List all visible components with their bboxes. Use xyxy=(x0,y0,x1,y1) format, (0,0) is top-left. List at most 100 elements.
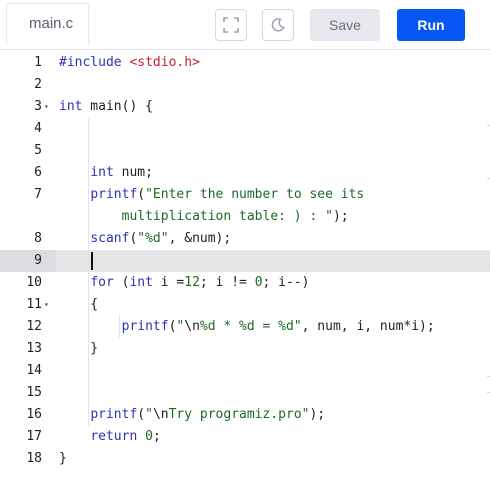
code-token: printf xyxy=(90,407,138,422)
code-editor[interactable]: 1 #include <stdio.h> 2 3 ▾ int main() {4 5 6 in… xyxy=(0,49,490,487)
fullscreen-button[interactable] xyxy=(215,9,247,41)
indent-guide xyxy=(119,316,121,338)
line-number: 5 xyxy=(34,143,42,158)
code-token: i = xyxy=(152,275,185,290)
code-token: ; xyxy=(152,429,161,444)
code-token: } xyxy=(59,341,99,356)
code-token: Try programiz.pro" xyxy=(168,407,310,422)
code-line[interactable]: 16 printf("\nTry programiz.pro"); xyxy=(0,404,490,426)
code-text: scanf("%d", &num); xyxy=(59,228,231,250)
code-text: return 0; xyxy=(59,426,161,448)
code-line[interactable]: 5 xyxy=(0,140,490,162)
code-line[interactable]: 18} xyxy=(0,448,490,470)
file-tab[interactable]: main.c xyxy=(6,3,89,45)
code-line[interactable]: 11 ▾ { xyxy=(0,294,490,316)
code-token: <stdio.h> xyxy=(129,55,200,70)
code-token: " xyxy=(145,407,153,422)
code-line[interactable]: 13 } xyxy=(0,338,490,360)
code-line[interactable]: 7 printf("Enter the number to see its xyxy=(0,184,490,206)
code-token: ; i != xyxy=(199,275,255,290)
code-text: printf("\n%d * %d = %d", num, i, num*i); xyxy=(59,316,435,338)
code-text: { xyxy=(59,294,98,316)
code-token: #include xyxy=(59,55,122,70)
code-token: } xyxy=(59,451,67,466)
code-text: } xyxy=(59,448,67,470)
line-number: 2 xyxy=(34,77,42,92)
save-button[interactable]: Save xyxy=(310,9,380,41)
code-token: int xyxy=(90,165,114,180)
run-button[interactable]: Run xyxy=(397,9,465,41)
code-text: printf("\nTry programiz.pro"); xyxy=(59,404,325,426)
file-tab-label: main.c xyxy=(29,15,74,32)
line-number: 3 xyxy=(34,99,42,114)
code-token: return xyxy=(90,429,138,444)
code-text: int main() { xyxy=(59,96,153,118)
line-number: 10 xyxy=(26,275,42,290)
theme-toggle-button[interactable] xyxy=(262,9,294,41)
fullscreen-icon xyxy=(223,17,239,33)
code-token: "%d" xyxy=(137,231,169,246)
code-text: printf("Enter the number to see its xyxy=(59,184,364,206)
code-line[interactable]: multiplication table: ) : "); xyxy=(0,206,490,228)
code-token: for xyxy=(90,275,114,290)
code-line[interactable]: 6 int num; xyxy=(0,162,490,184)
code-token: ( xyxy=(137,187,146,202)
code-token: num; xyxy=(113,165,153,180)
line-number: 4 xyxy=(34,121,42,136)
line-number: 9 xyxy=(34,253,42,268)
code-token: ( xyxy=(113,275,130,290)
code-token: 0 xyxy=(254,275,263,290)
code-token: printf xyxy=(121,319,169,334)
code-line[interactable]: 12 printf("\n%d * %d = %d", num, i, num*… xyxy=(0,316,490,338)
moon-icon xyxy=(271,18,285,32)
code-token: ; i--) xyxy=(262,275,310,290)
code-token: int xyxy=(59,99,83,114)
code-line[interactable]: 2 xyxy=(0,74,490,96)
editor-toolbar: main.c Save Run xyxy=(0,0,490,50)
code-token: \n xyxy=(152,407,169,422)
line-number: 7 xyxy=(34,187,42,202)
code-text: multiplication table: ) : "); xyxy=(59,206,349,228)
code-line[interactable]: 15 xyxy=(0,382,490,404)
code-token: ); xyxy=(332,209,349,224)
code-token: , num, i, num*i); xyxy=(301,319,435,334)
code-text: int num; xyxy=(59,162,153,184)
code-token: ( xyxy=(137,407,146,422)
code-line[interactable]: 9 xyxy=(0,250,490,272)
line-number: 18 xyxy=(26,451,42,466)
code-token: \n xyxy=(184,319,200,334)
code-token: %d * %d = %d" xyxy=(199,319,302,334)
line-number: 6 xyxy=(34,165,42,180)
line-number: 16 xyxy=(26,407,42,422)
code-text: #include <stdio.h> xyxy=(59,52,200,74)
code-text: for (int i =12; i != 0; i--) xyxy=(59,272,310,294)
code-line[interactable]: 10 for (int i =12; i != 0; i--) xyxy=(0,272,490,294)
fold-arrow-icon[interactable]: ▾ xyxy=(44,96,49,118)
line-number: 15 xyxy=(26,385,42,400)
code-token: 12 xyxy=(184,275,200,290)
indent-guide xyxy=(88,118,90,426)
code-token: ); xyxy=(309,407,326,422)
code-token: int xyxy=(129,275,153,290)
code-line[interactable]: 1 #include <stdio.h> xyxy=(0,52,490,74)
code-token: 0 xyxy=(145,429,153,444)
code-token: printf xyxy=(90,187,138,202)
code-line[interactable]: 3 ▾ int main() { xyxy=(0,96,490,118)
fold-arrow-icon[interactable]: ▾ xyxy=(44,294,49,316)
code-line[interactable]: 14 xyxy=(0,360,490,382)
line-number: 14 xyxy=(26,363,42,378)
code-token: multiplication table: ) : " xyxy=(121,209,333,224)
code-line[interactable]: 17 return 0; xyxy=(0,426,490,448)
code-line[interactable]: 8 scanf("%d", &num); xyxy=(0,228,490,250)
line-number: 1 xyxy=(34,55,42,70)
code-token: "Enter the number to see its xyxy=(145,187,365,202)
code-line[interactable]: 4 xyxy=(0,118,490,140)
code-token: scanf xyxy=(90,231,130,246)
line-number: 13 xyxy=(26,341,42,356)
